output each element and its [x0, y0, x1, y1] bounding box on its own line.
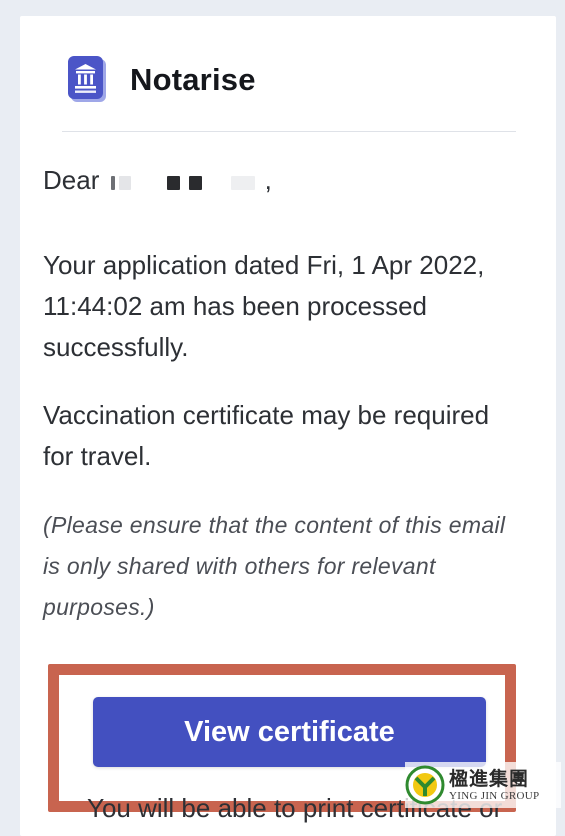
brand-header: Notarise [68, 56, 256, 104]
brand-name: Notarise [130, 62, 256, 97]
ying-jin-logo-icon [405, 765, 445, 805]
redacted-name [107, 170, 265, 194]
privacy-note: (Please ensure that the content of this … [43, 512, 506, 620]
greeting-suffix: , [264, 165, 272, 195]
header-divider [62, 131, 516, 132]
watermark-chinese: 楹進集團 [449, 768, 530, 790]
watermark: 楹進集團 YING JIN GROUP [405, 762, 561, 808]
application-status-text: Your application dated Fri, 1 Apr 2022, … [43, 250, 485, 362]
greeting-prefix: Dear [43, 165, 100, 195]
travel-notice-text: Vaccination certificate may be required … [43, 400, 490, 471]
view-certificate-button[interactable]: View certificate [93, 697, 486, 767]
greeting: Dear , [43, 160, 513, 201]
watermark-text: 楹進集團 YING JIN GROUP [449, 768, 539, 802]
institution-building-icon [68, 56, 108, 104]
watermark-english: YING JIN GROUP [449, 790, 540, 802]
